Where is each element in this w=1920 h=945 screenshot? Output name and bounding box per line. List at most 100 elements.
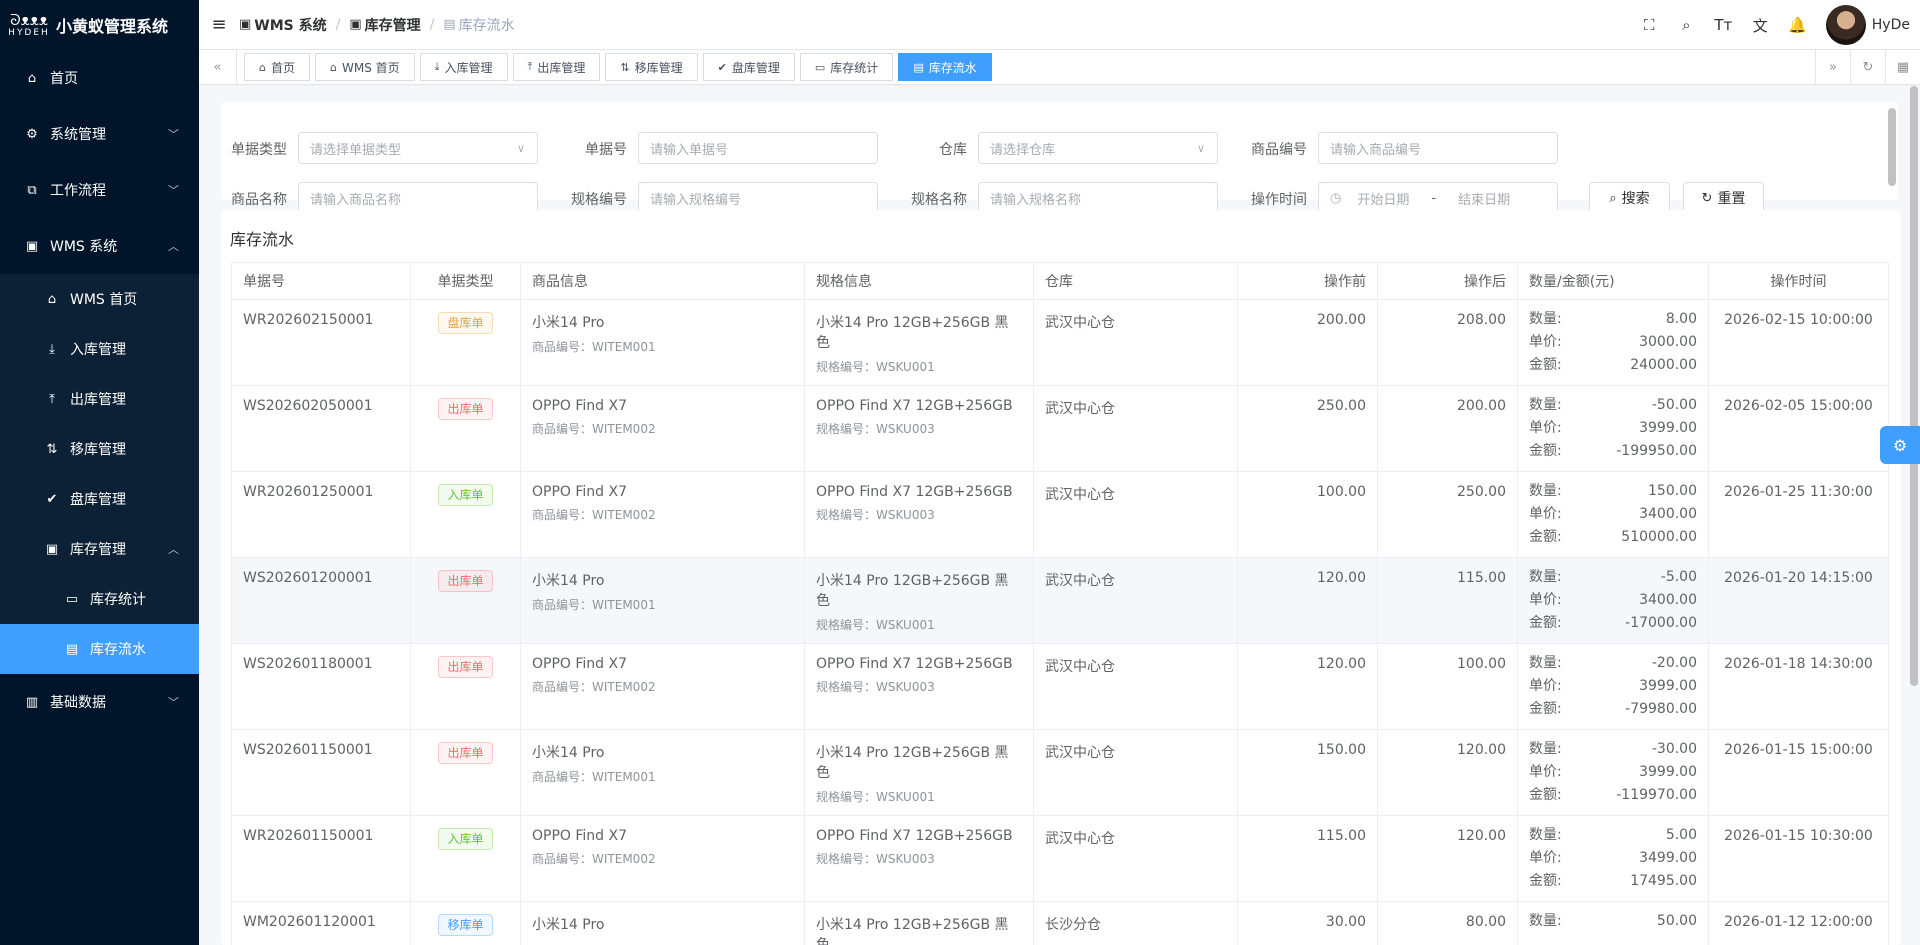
sku-name: OPPO Find X7 12GB+256GB [816,656,1013,672]
op-time: 2026-01-25 11:30:00 [1724,484,1873,500]
tag-transfer[interactable]: ⇅ 移库管理 [605,53,698,81]
qty-value: 8.00 [1665,311,1697,327]
table-header-row: 单据号 单据类型 商品信息 规格信息 仓库 操作前 操作后 数量/金额(元) 操… [231,262,1889,300]
item-code-label: 商品编号 [1251,142,1307,158]
breadcrumb-separator: / [429,16,435,33]
sidebar-item-inbound[interactable]: ⤓ 入库管理 [0,324,199,374]
before-value: 30.00 [1325,914,1366,930]
col-op-time: 操作时间 [1708,262,1889,300]
item-info-cell: 小米14 Pro [520,901,805,945]
item-code-input[interactable]: 请输入商品编号 [1318,132,1558,164]
after-cell: 208.00 [1377,299,1518,386]
qty-label: 数量: [1529,655,1562,671]
doc-no-cell: WR202601250001 [231,471,411,558]
fullscreen-icon[interactable]: ⛶ [1631,16,1668,34]
table-row[interactable]: WR202601250001 入库单 OPPO Find X7 商品编号：WITEM0… [231,471,1889,558]
sidebar-item-label: 库存流水 [90,642,146,658]
price-label: 单价: [1529,678,1562,694]
table-row[interactable]: WS202601150001 出库单 小米14 Pro 商品编号：WITEM001 小米… [231,729,1889,816]
bell-icon[interactable]: 🔔 [1779,16,1816,34]
table-row[interactable]: WS202601180001 出库单 OPPO Find X7 商品编号：WITEM0… [231,643,1889,730]
after-cell: 250.00 [1377,471,1518,558]
scroll-right-icon[interactable]: » [1815,50,1850,85]
hamburger-icon[interactable]: ≡ [199,14,239,35]
refresh-icon[interactable]: ↻ [1850,50,1885,85]
table-row[interactable]: WM202601120001 移库单 小米14 Pro 小米14 Pro 12GB+2… [231,901,1889,945]
card-title: 库存流水 [230,230,295,249]
sidebar-item-wms-home[interactable]: ⌂ WMS 首页 [0,274,199,324]
tag-outbound[interactable]: ⤒ 出库管理 [512,53,601,81]
username[interactable]: HyDe [1872,17,1910,33]
breadcrumb-item[interactable]: ▣ WMS 系统 [239,15,327,35]
avatar[interactable] [1825,5,1866,45]
op-time: 2026-01-12 12:00:00 [1724,914,1873,930]
settings-button[interactable]: ⚙ [1880,426,1920,464]
warehouse-cell: 武汉中心仓 [1033,299,1238,386]
table-row[interactable]: WS202601200001 出库单 小米14 Pro 商品编号：WITEM001 小米… [231,557,1889,644]
item-info-cell: 小米14 Pro 商品编号：WITEM001 [520,299,805,386]
qty-amount-cell: 数量: -20.00 单价: 3999.00 金额: -79980.00 [1517,643,1709,730]
transfer-icon: ⇅ [620,60,630,74]
transfer-icon: ⇅ [46,441,58,457]
tag-home[interactable]: ⌂ 首页 [244,53,310,81]
sku-name-placeholder: 请输入规格名称 [990,192,1082,208]
sidebar-item-workflow[interactable]: ⧉ 工作流程 ﹀ [0,162,199,218]
qty-line: 数量: 5.00 [1529,824,1697,847]
logo[interactable]: ᘐᴥᴥᴥ HYDEH 小黄蚁管理系统 [0,0,199,50]
sidebar-item-transfer[interactable]: ⇅ 移库管理 [0,424,199,474]
doc-type-label: 单据类型 [231,142,287,158]
filter-scrollbar[interactable] [1888,108,1896,186]
box-icon: ▣ [25,238,39,254]
page-scrollbar[interactable] [1910,86,1918,686]
breadcrumb-item[interactable]: ▣ 库存管理 [349,15,420,35]
sidebar-item-label: 移库管理 [70,442,126,458]
translate-icon[interactable]: 文 [1742,15,1779,36]
grid-icon[interactable]: ▦ [1885,50,1920,85]
sidebar-item-label: 库存管理 [70,542,126,558]
price-line: 单价: 3000.00 [1529,331,1697,354]
price-value: 3000.00 [1639,334,1697,350]
item-code: 商品编号：WITEM002 [532,678,793,695]
sidebar-item-home[interactable]: ⌂ 首页 [0,50,199,106]
item-code: 商品编号：WITEM002 [532,506,793,523]
sidebar-item-stock-flow[interactable]: ▤ 库存流水 [0,624,199,674]
sku-name: OPPO Find X7 12GB+256GB [816,398,1013,414]
tag-wms-home[interactable]: ⌂ WMS 首页 [315,53,415,81]
search-icon[interactable]: ⌕ [1668,16,1705,34]
breadcrumb-separator: / [335,16,341,33]
tag-stock-flow[interactable]: ▤ 库存流水 [898,53,992,81]
sidebar-item-wms[interactable]: ▣ WMS 系统 ︿ [0,218,199,274]
qty-line: 数量: 150.00 [1529,480,1697,503]
inventory-submenu: ▭ 库存统计 ▤ 库存流水 [0,574,199,674]
doc-no-input[interactable]: 请输入单据号 [638,132,878,164]
doc-type-select[interactable]: 请选择单据类型 ∨ [298,132,538,164]
stock-flow-table: 单据号 单据类型 商品信息 规格信息 仓库 操作前 操作后 数量/金额(元) 操… [231,262,1889,945]
sidebar-item-inventory[interactable]: ▣ 库存管理 ︿ [0,524,199,574]
table-row[interactable]: WR202602150001 盘库单 小米14 Pro 商品编号：WITEM001 小米… [231,299,1889,386]
op-time-cell: 2026-02-15 10:00:00 [1708,299,1889,386]
top-header: ≡ ▣ WMS 系统 / ▣ 库存管理 / ▤ 库存流水 ⛶ ⌕ Tт 文 🔔 HyD… [199,0,1920,50]
table-row[interactable]: WS202602050001 出库单 OPPO Find X7 商品编号：WITEM0… [231,385,1889,472]
font-size-icon[interactable]: Tт [1705,16,1742,34]
item-code-prefix: 商品编号： [532,598,593,612]
tag-stocktake[interactable]: ✔ 盘库管理 [702,53,795,81]
tag-stock-stats[interactable]: ▭ 库存统计 [799,53,894,81]
sidebar-item-label: WMS 系统 [50,239,118,255]
warehouse-select[interactable]: 请选择仓库 ∨ [978,132,1218,164]
before-cell: 120.00 [1237,643,1378,730]
after-value: 100.00 [1457,656,1506,672]
sidebar-item-system[interactable]: ⚙ 系统管理 ﹀ [0,106,199,162]
tag-inbound[interactable]: ⤓ 入库管理 [419,53,508,81]
home-icon: ⌂ [330,60,337,74]
scroll-left-icon[interactable]: « [199,49,237,85]
item-name: 小米14 Pro [532,573,605,589]
sidebar-item-stocktake[interactable]: ✔ 盘库管理 [0,474,199,524]
sidebar-item-outbound[interactable]: ⤒ 出库管理 [0,374,199,424]
price-value: 3999.00 [1639,764,1697,780]
sidebar-item-stock-stats[interactable]: ▭ 库存统计 [0,574,199,624]
table-row[interactable]: WR202601150001 入库单 OPPO Find X7 商品编号：WITEM0… [231,815,1889,902]
sidebar-item-label: WMS 首页 [70,292,138,308]
sidebar-item-base-data[interactable]: ▥ 基础数据 ﹀ [0,674,199,730]
sku-name: 小米14 Pro 12GB+256GB 黑色 [816,745,1009,781]
amount-line: 金额: 510000.00 [1529,526,1697,549]
